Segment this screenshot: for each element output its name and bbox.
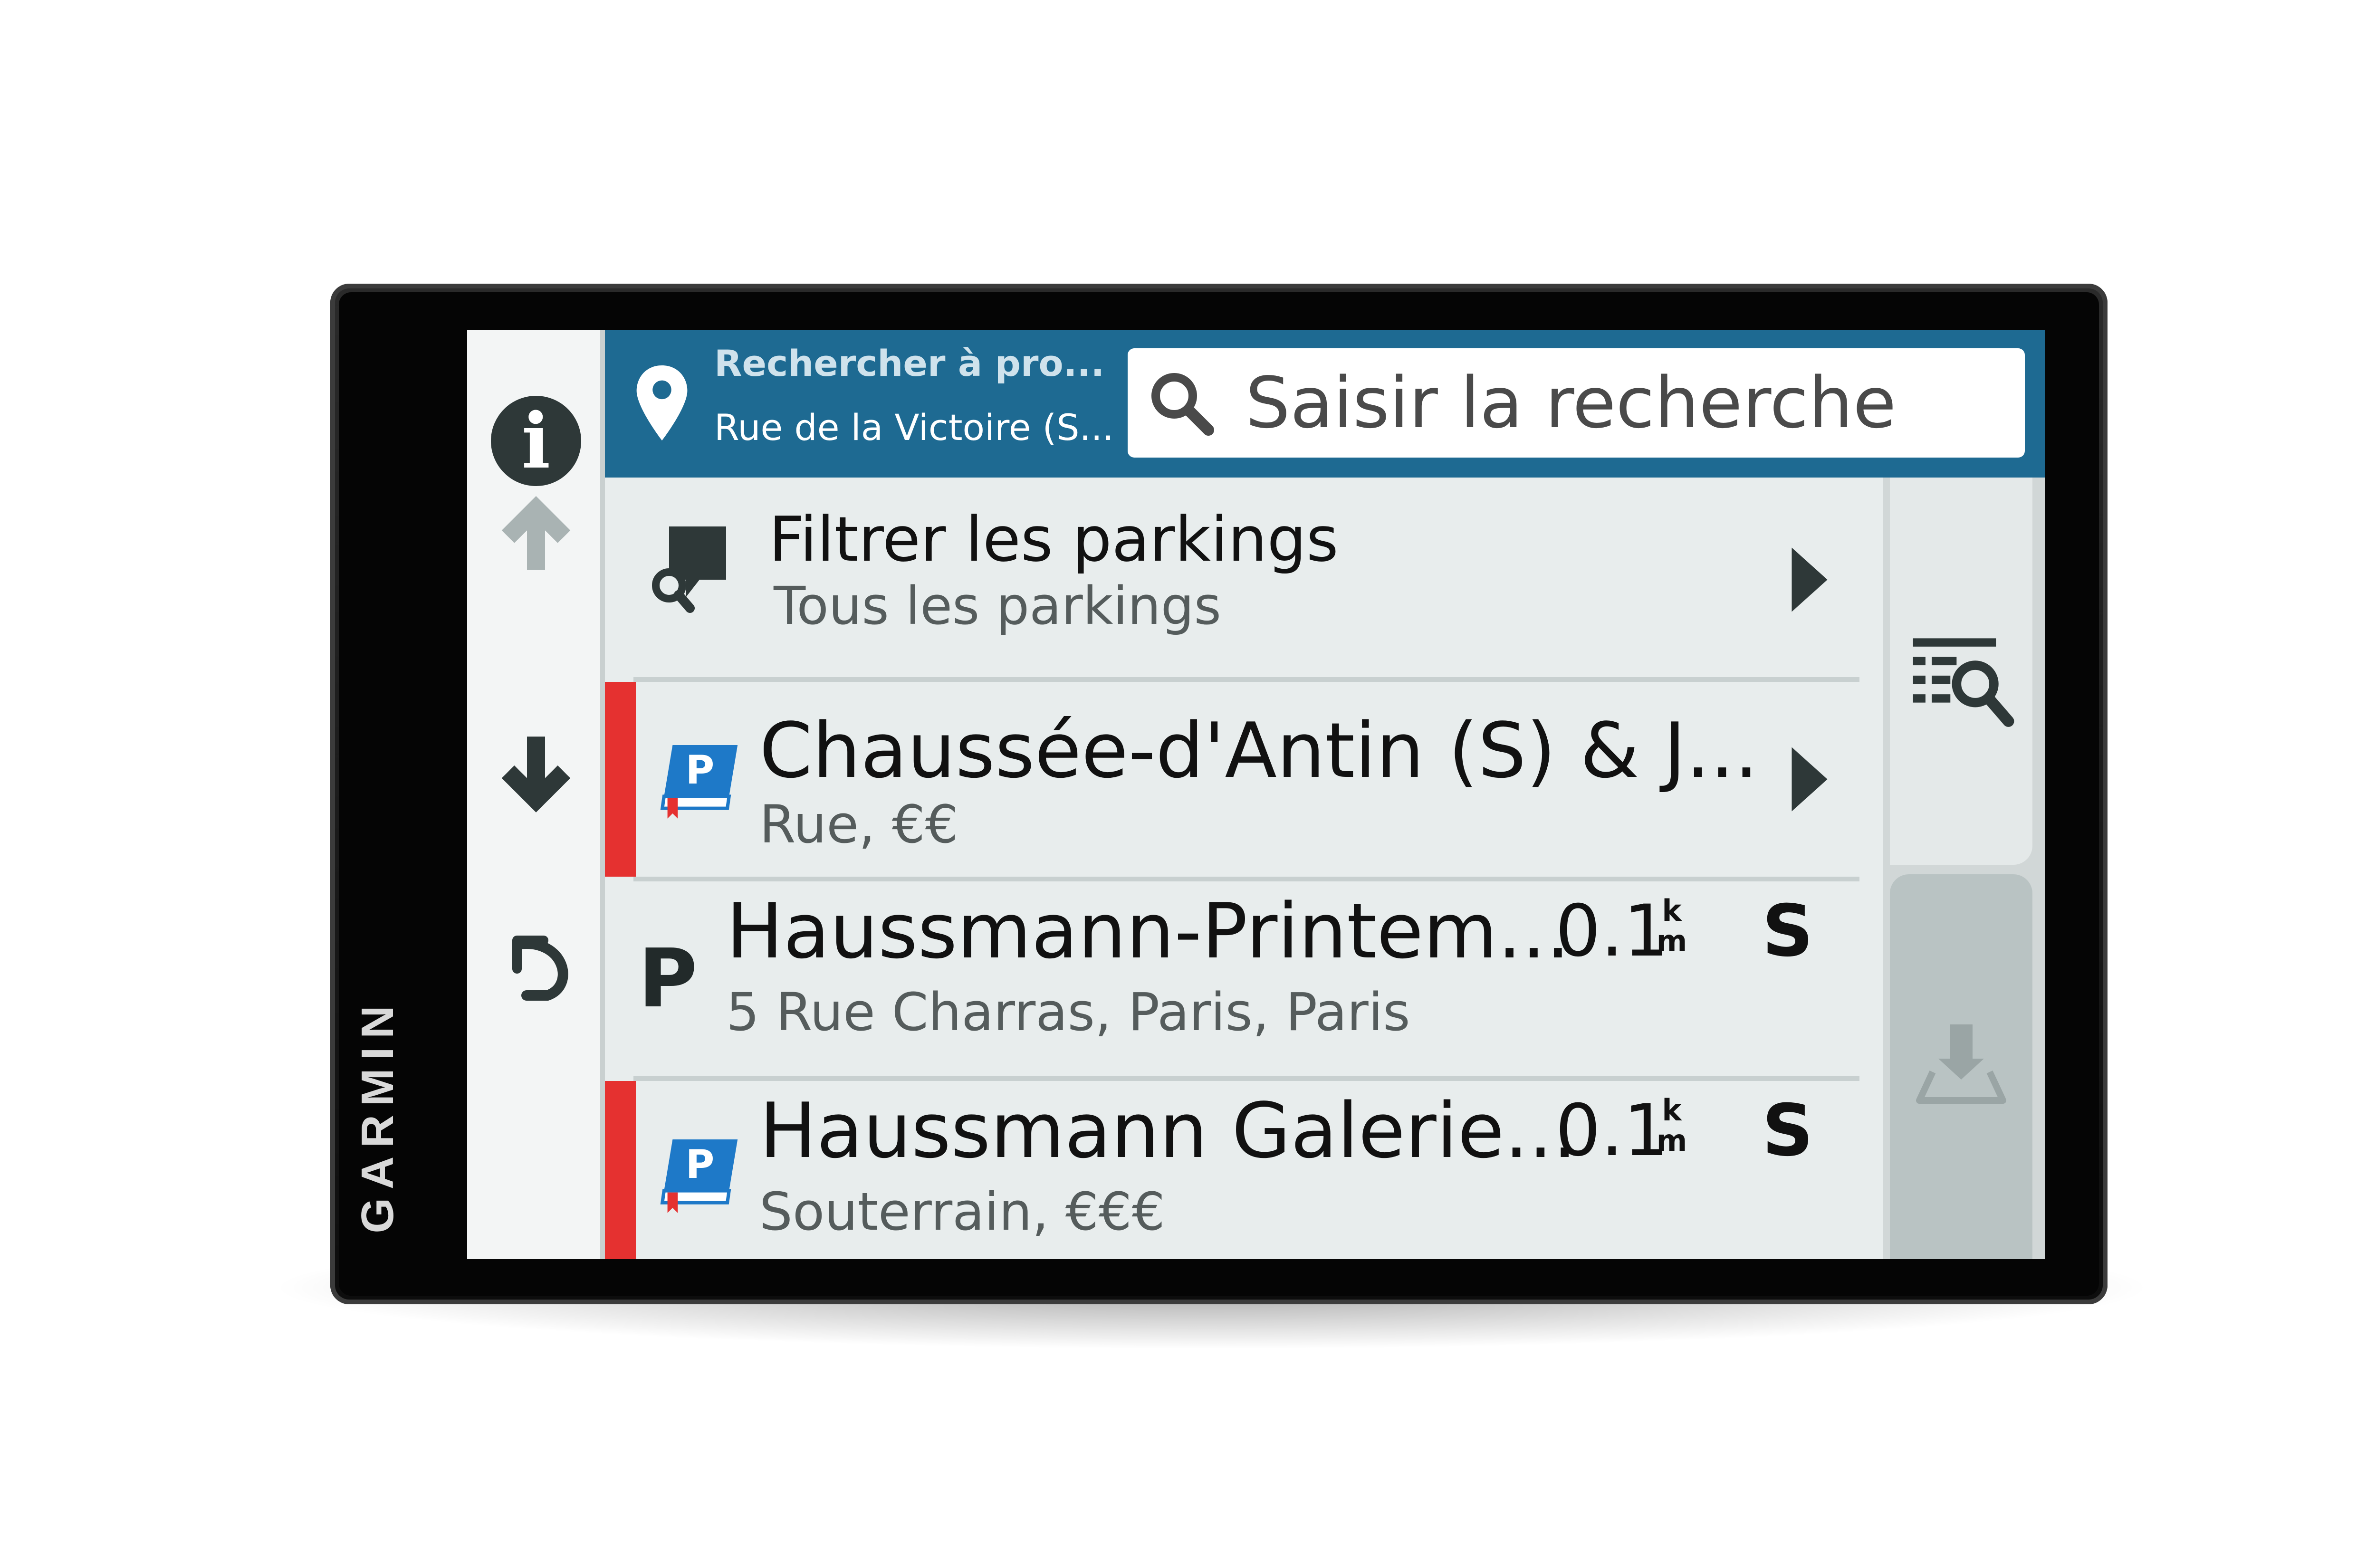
result-detail: Souterrain, €€€ [759,1181,1165,1242]
tab-map-view[interactable] [1890,874,2032,1259]
result-direction: S [1762,1090,1814,1172]
scroll-down-button[interactable] [486,725,586,824]
distance-unit: k m [1655,1095,1688,1156]
result-direction: S [1762,890,1814,973]
search-header: Rechercher à pro... Rue de la Victoire (… [605,330,2045,478]
list-item[interactable]: P Chaussée-d'Antin (S) & J... Rue, €€ [605,677,1883,877]
distance-unit: k m [1655,896,1688,956]
arrow-down-icon [501,736,571,813]
parking-p-icon: P [638,932,698,1026]
distance-unit-k: k [1662,1093,1682,1128]
back-icon [512,936,568,1001]
search-input[interactable] [1245,360,2006,446]
results-list: Filtrer les parkings Tous les parkings P… [605,478,1883,1259]
row-divider [633,877,1859,881]
map-pin-icon [1916,1024,2006,1104]
brand-logo: GARMIN [352,997,403,1233]
arrow-up-icon [501,496,571,570]
gps-device: GARMIN i Rechercher à pro... Rue de la V… [330,284,2108,1304]
filter-parkings-row[interactable]: Filtrer les parkings Tous les parkings [605,478,1883,677]
distance-unit-m: m [1656,1123,1687,1158]
result-detail: 5 Rue Charras, Paris, Paris [726,982,1410,1042]
svg-text:P: P [686,1141,715,1187]
list-item[interactable]: P Haussmann Galerie... Souterrain, €€€ 0… [605,1076,1883,1259]
search-icon [1151,373,1214,436]
right-panel [1883,478,2045,1259]
info-button[interactable]: i [486,391,586,491]
chevron-right-icon [1792,547,1828,612]
filter-title: Filtrer les parkings [769,503,1339,575]
distance-unit-m: m [1656,924,1687,958]
result-distance: 0.1 [1555,1090,1669,1172]
result-name: Haussmann Galerie... [759,1086,1577,1175]
screen: i Rechercher à pro... Rue de la Victoire… [467,330,2045,1259]
list-search-icon [1913,638,2014,727]
list-item[interactable]: P Haussmann-Printem... 5 Rue Charras, Pa… [605,877,1883,1076]
result-name: Chaussée-d'Antin (S) & J... [759,706,1759,795]
row-divider [633,1076,1859,1081]
search-near-label: Rechercher à pro... [714,342,1105,384]
premium-flag [605,1081,636,1259]
search-near-location: Rue de la Victoire (S... [714,406,1114,449]
search-box[interactable] [1128,348,2025,458]
tab-filter-list[interactable] [1890,478,2032,865]
left-sidebar: i [467,330,605,1259]
location-pin-icon [636,365,688,441]
result-name: Haussmann-Printem... [726,887,1570,975]
info-icon: i [491,396,581,486]
parking-book-icon: P [660,745,738,819]
back-button[interactable] [486,917,586,1017]
row-divider [633,677,1859,682]
filter-search-icon [652,526,726,613]
scroll-up-button[interactable] [486,482,586,582]
premium-flag [605,682,636,877]
parking-book-icon: P [660,1139,738,1213]
result-detail: Rue, €€ [759,794,958,855]
filter-subtitle: Tous les parkings [774,575,1221,636]
result-distance: 0.1 [1555,890,1669,973]
distance-unit-k: k [1662,893,1682,928]
svg-text:P: P [686,747,715,793]
chevron-right-icon [1792,747,1828,812]
